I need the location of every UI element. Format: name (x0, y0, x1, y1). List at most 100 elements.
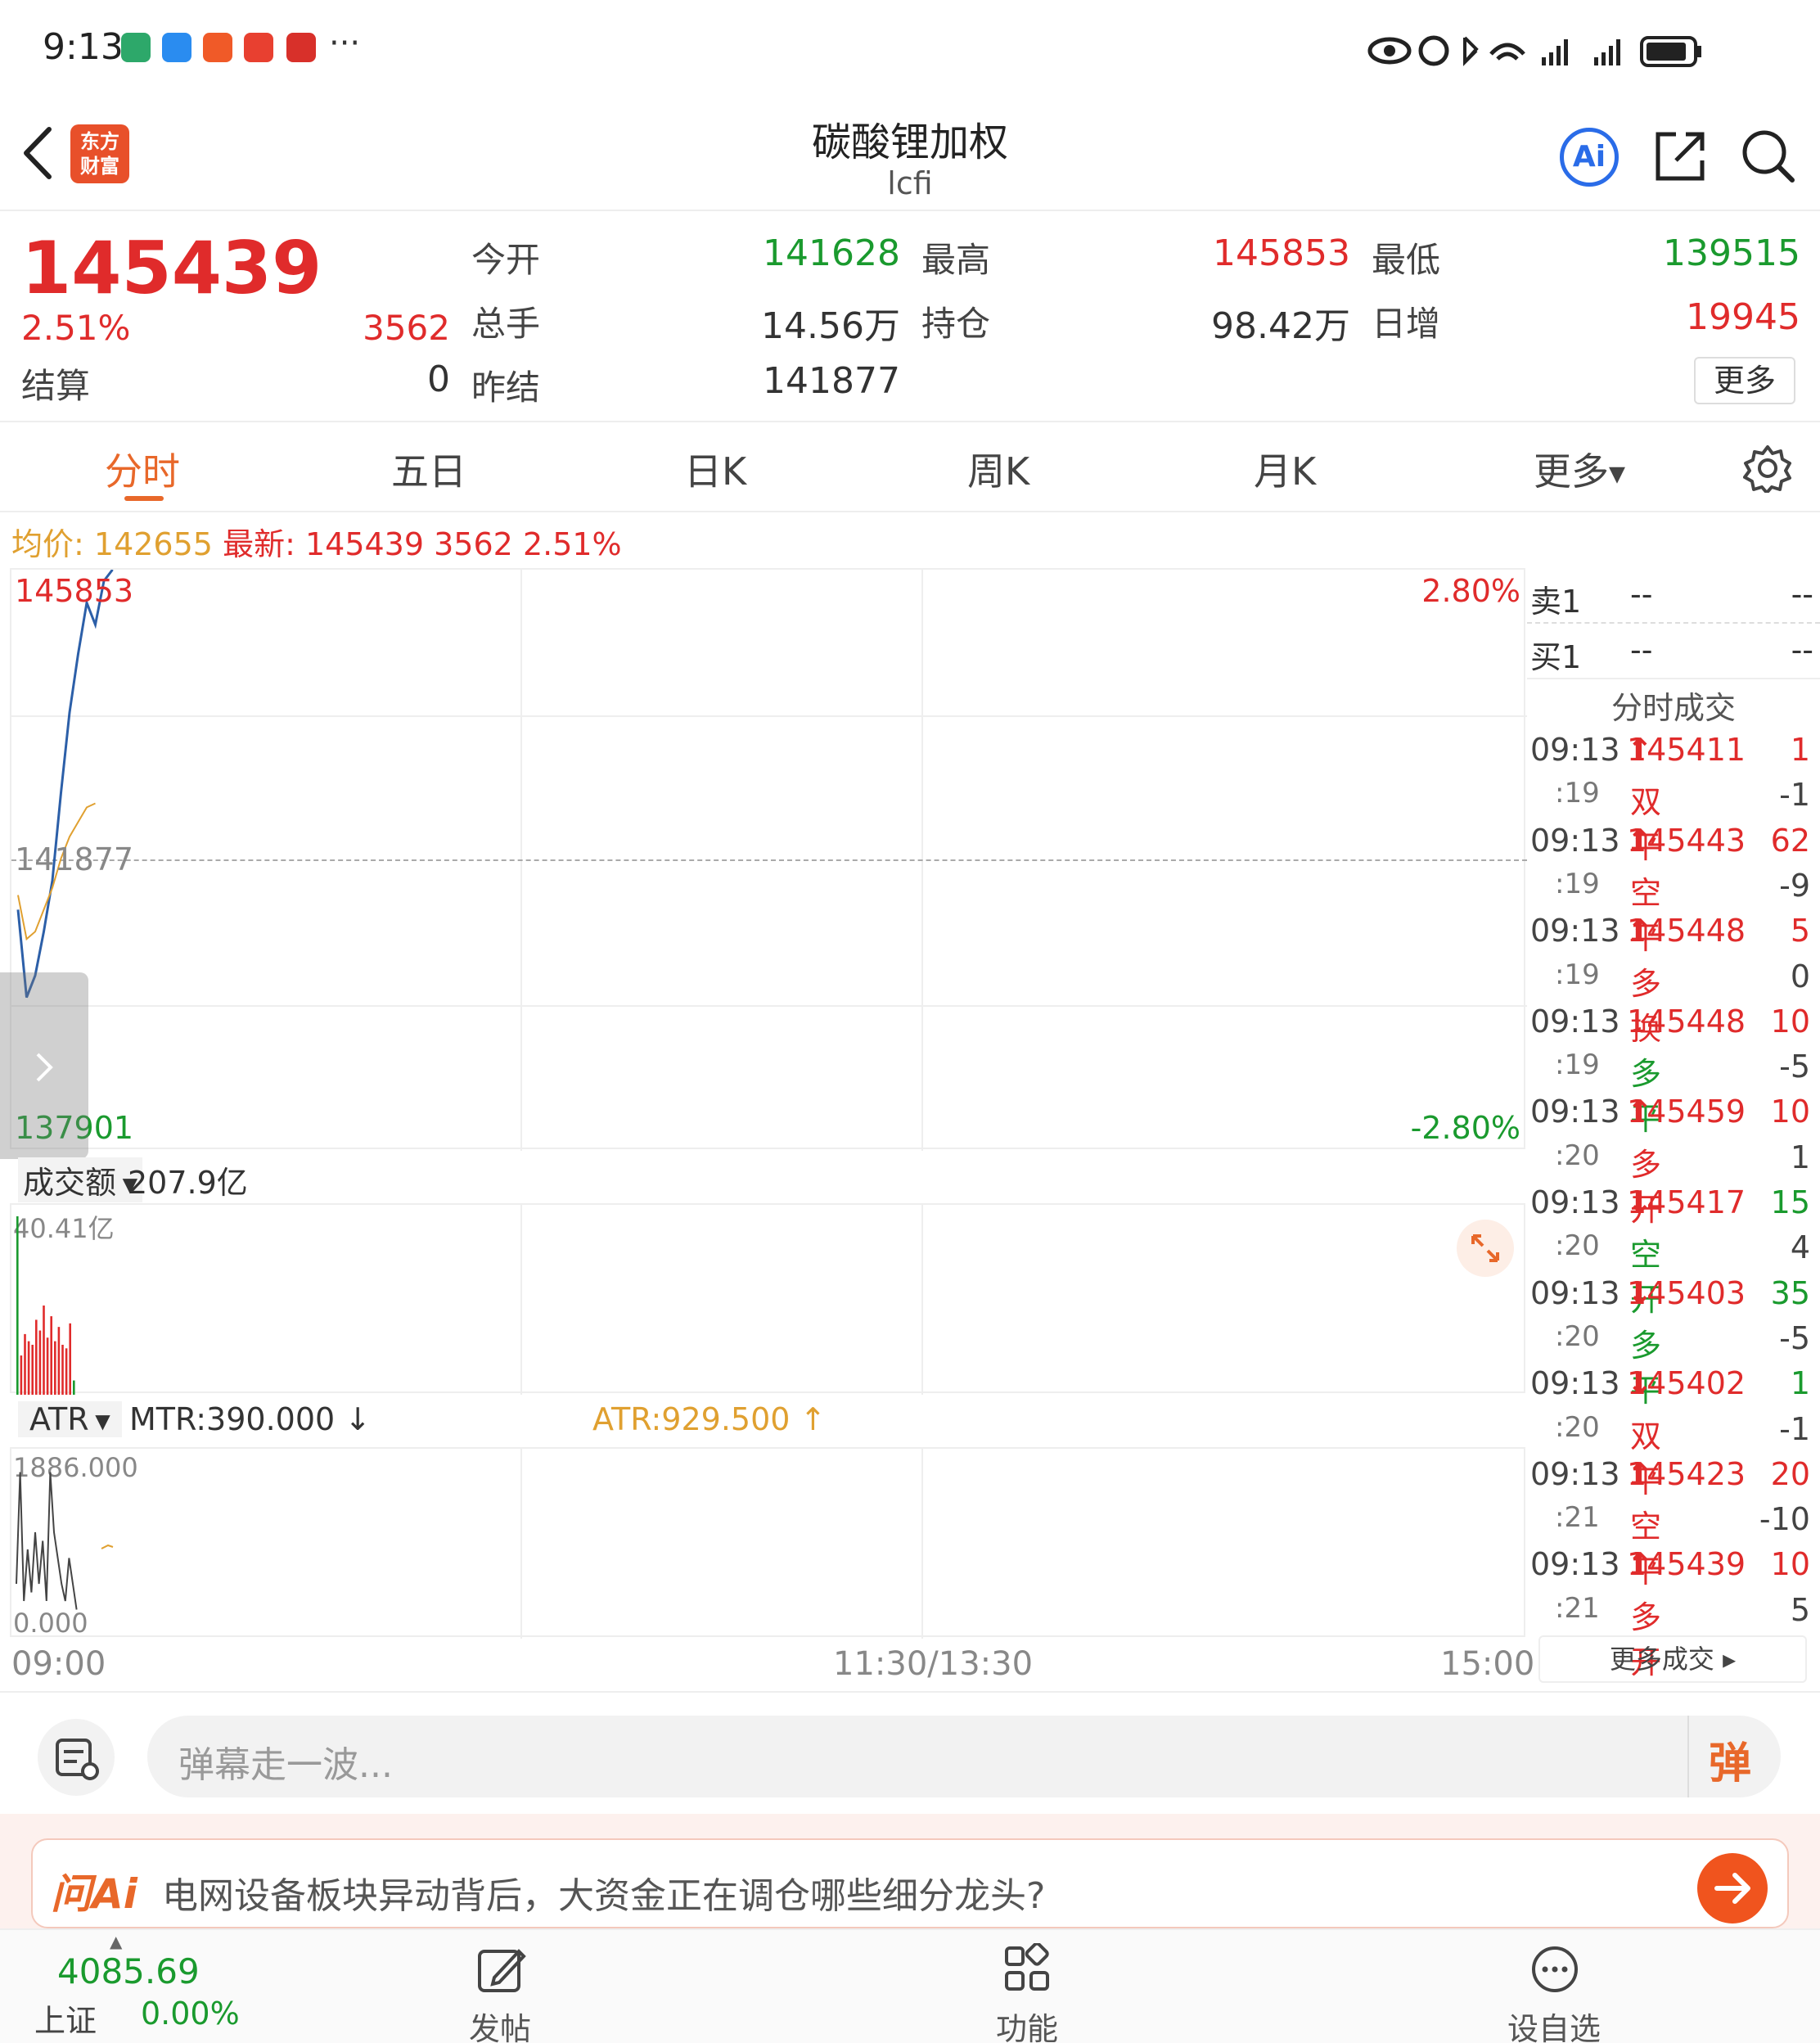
low-label: 最低 (1372, 240, 1441, 280)
tab-five-day[interactable]: 五日 (391, 442, 466, 496)
turnover-bar (24, 1333, 26, 1395)
trade-price: 145423 ↑ (1627, 1456, 1746, 1492)
danmu-settings-button[interactable] (38, 1719, 115, 1796)
tab-month-k[interactable]: 月K (1254, 442, 1316, 496)
more-trades-button[interactable]: 更多成交 ▸ (1538, 1635, 1807, 1683)
atr-lines (16, 1472, 114, 1610)
intraday-chart[interactable]: 145853 141877 137901 2.80% -2.80% (10, 568, 1527, 1151)
danmu-send-button[interactable]: 弹 (1709, 1729, 1751, 1790)
trade-price-text: 145417 (1627, 1184, 1746, 1220)
turnover-total: 207.9亿 (128, 1165, 248, 1201)
turnover-selector[interactable]: 成交额 ▼ (18, 1157, 143, 1202)
page-title: 碳酸锂加权 (811, 120, 1008, 165)
send-app-icon (203, 33, 232, 62)
quote-panel: 145439 2.51% 3562 结算 0 今开 141628 最高 1458… (0, 213, 1820, 422)
trade-volume: 62 (1770, 822, 1810, 859)
trade-price: 145439 ↑ (1627, 1546, 1746, 1582)
danmu-input[interactable]: 弹幕走一波... 弹 (147, 1716, 1781, 1797)
buy1-label: 买1 (1530, 639, 1582, 675)
prev-settle-value: 141877 (763, 360, 900, 402)
settings-gear-icon[interactable] (1743, 444, 1792, 493)
more-notifications-icon: ··· (329, 25, 361, 62)
open-interest-label: 持仓 (921, 304, 991, 344)
tab-intraday[interactable]: 分时 (105, 442, 180, 496)
danmu-bar: 弹幕走一波... 弹 (0, 1691, 1820, 1814)
trade-volume: -5 (1779, 1319, 1810, 1356)
trade-row: 09:13 145439 ↑ 10 (1527, 1546, 1820, 1591)
change-info: 3562 (434, 526, 513, 562)
x-axis-start: 09:00 (11, 1645, 106, 1683)
trade-time: 09:13 (1530, 822, 1620, 859)
ai-go-button[interactable] (1697, 1853, 1768, 1923)
settle-value: 0 (427, 359, 450, 400)
trade-time: :19 (1555, 867, 1600, 900)
open-interest-value: 98.42万 (1211, 305, 1350, 347)
daily-increase-label: 日增 (1372, 304, 1441, 344)
trade-row: :21 多开 5 (1527, 1592, 1820, 1680)
expand-up-icon[interactable]: ▲ (110, 1932, 122, 1951)
expand-button[interactable] (1457, 1220, 1514, 1277)
pct-axis-top: 2.80% (1421, 573, 1520, 609)
x-axis-mid: 11:30/13:30 (833, 1645, 1034, 1683)
last-price: 145439 (21, 226, 322, 310)
message-app-icon (162, 33, 191, 62)
trade-volume: 1 (1790, 1139, 1810, 1175)
side-drawer-handle[interactable] (0, 972, 88, 1159)
nav-functions[interactable]: 功能 (966, 1938, 1088, 2043)
turnover-panel: 成交额 ▼ 207.9亿 40.41亿 (10, 1151, 1525, 1395)
ai-label: Ai (1572, 140, 1606, 174)
index-value[interactable]: 4085.69 (57, 1951, 200, 1991)
avg-price-label: 均价: (11, 526, 84, 562)
trade-row: :19 空平 -9 (1527, 867, 1820, 956)
index-name: 上证 (34, 2003, 97, 2039)
sell1-price: -- (1630, 576, 1653, 612)
y-axis-mid: 141877 (15, 841, 134, 877)
tab-week-k[interactable]: 周K (967, 442, 1029, 496)
buy1-volume: -- (1791, 632, 1813, 668)
trade-time: 09:13 (1530, 1003, 1620, 1040)
danmu-settings-icon (56, 1739, 99, 1780)
more-quote-button[interactable]: 更多 (1694, 357, 1795, 404)
price-lines (16, 570, 114, 999)
atr-line (101, 1544, 114, 1549)
nav-add-watchlist[interactable]: 设自选 (1493, 1938, 1615, 2043)
last-price-info: 145439 (304, 526, 425, 562)
trade-time: :21 (1555, 1501, 1600, 1535)
trade-time: :20 (1555, 1319, 1600, 1353)
trade-time: :20 (1555, 1229, 1600, 1263)
ai-logo: 问Ai (51, 1870, 137, 1918)
share-icon[interactable] (1651, 128, 1709, 185)
ai-question-box[interactable]: 问Ai 电网设备板块异动背后，大资金正在调仓哪些细分龙头? (31, 1838, 1789, 1928)
trade-price-text: 145443 (1627, 822, 1746, 859)
trade-row: :20 双平 -1 (1527, 1411, 1820, 1500)
trade-time: 09:13 (1530, 1546, 1620, 1583)
trade-row: 09:13 145403 ↓ 35 (1527, 1275, 1820, 1320)
tab-more-label: 更多 (1534, 449, 1609, 494)
atr-panel: ATR ▼ MTR:390.000 ↓ ATR:929.500 ↑ 1886.0… (10, 1395, 1525, 1639)
status-icons (1367, 35, 1701, 67)
x-axis-end: 15:00 (1440, 1645, 1535, 1683)
trade-price: 145411 ↑ (1627, 732, 1746, 768)
settle-label: 结算 (21, 366, 91, 406)
high-label: 最高 (921, 240, 991, 280)
trade-row: :19 多换 0 (1527, 958, 1820, 1047)
atr-value: ATR:929.500 ↑ (592, 1401, 827, 1437)
arrow-right-icon (1714, 1873, 1750, 1904)
trade-row: :20 多平 -5 (1527, 1319, 1820, 1409)
trade-volume: 0 (1790, 958, 1810, 994)
trade-row: 09:13 145402 ↓ 1 (1527, 1365, 1820, 1410)
more-trades-label: 更多成交 (1609, 1644, 1714, 1675)
ai-button[interactable]: Ai (1560, 128, 1619, 187)
nav-post[interactable]: 发帖 (439, 1938, 561, 2043)
prev-settle-label: 昨结 (471, 368, 541, 408)
tab-more[interactable]: 更多▼ (1534, 442, 1625, 496)
trade-price-text: 145459 (1627, 1094, 1746, 1130)
trade-volume: 10 (1770, 1094, 1810, 1130)
trade-volume: -1 (1779, 777, 1810, 814)
tab-day-k[interactable]: 日K (684, 442, 746, 496)
atr-selector[interactable]: ATR ▼ (18, 1401, 122, 1437)
open-label: 今开 (471, 240, 541, 280)
trade-row: 09:13 145443 ↑ 62 (1527, 823, 1820, 868)
mtr-line (16, 1472, 78, 1610)
search-icon[interactable] (1740, 128, 1797, 185)
